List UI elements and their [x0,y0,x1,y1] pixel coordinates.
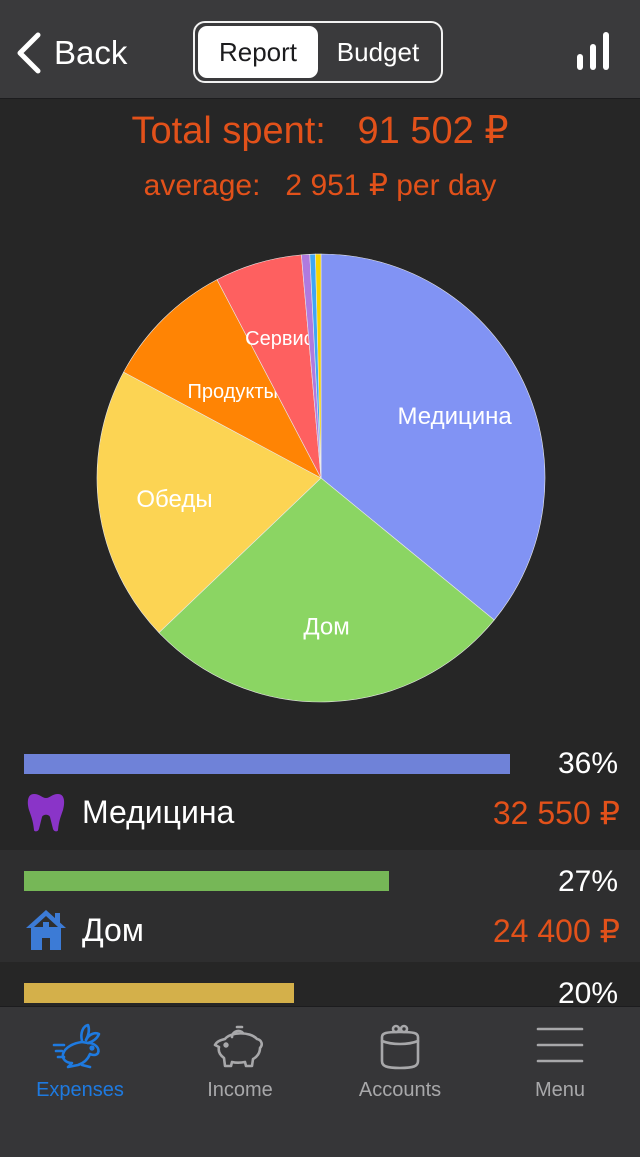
pie-slice-label: Дом [303,614,349,641]
average-value: 2 951 ₽ per day [285,169,497,202]
navigation-bar: Back Report Budget [0,0,640,99]
wallet-icon [380,1024,420,1070]
tab-bar: Expenses Income Accounts Menu [0,1006,640,1157]
menu-icon [536,1027,584,1063]
tab-label: Income [207,1079,273,1101]
category-row-home[interactable]: 27% Дом 24 400 ₽ [0,850,640,962]
bar-chart-icon[interactable] [574,30,612,74]
report-budget-segmented-control: Report Budget [193,21,443,83]
category-percent-bar [24,754,510,774]
pie-slice-label: Продукты [188,381,278,403]
tab-accounts[interactable]: Accounts [320,1007,480,1127]
tab-menu[interactable]: Menu [480,1007,640,1127]
segment-budget[interactable]: Budget [318,26,438,78]
category-row-lunches[interactable]: 20% [0,962,640,1006]
category-amount: 24 400 ₽ [492,913,620,949]
category-name: Дом [82,912,144,948]
tooth-icon [27,794,65,832]
tab-label: Expenses [36,1079,124,1101]
expenses-pie-chart[interactable]: Медицина Дом Обеды Продукты Сервис [96,253,546,703]
pie-slice-label: Медицина [398,403,513,430]
category-row-medicine[interactable]: 36% Медицина 32 550 ₽ [0,746,640,858]
back-label: Back [54,34,128,71]
back-button[interactable]: Back [14,30,127,76]
rabbit-icon [52,1023,101,1069]
category-percent-bar [24,871,389,891]
pie-slice-label: Обеды [136,486,212,513]
chevron-left-icon [17,32,41,74]
segment-report[interactable]: Report [198,26,318,78]
tab-label: Menu [534,1079,586,1101]
average-label: average: [143,169,261,202]
piggy-bank-icon [213,1025,263,1068]
total-spent-label: Total spent: [131,110,326,152]
category-amount: 32 550 ₽ [492,795,620,831]
category-percent-bar [24,983,294,1003]
category-percent: 36% [557,747,618,780]
tab-expenses[interactable]: Expenses [0,1007,160,1127]
house-icon [26,910,66,950]
tab-income[interactable]: Income [160,1007,320,1127]
average-per-day: average: 2 951 ₽ per day [0,168,640,203]
tab-label: Accounts [358,1079,442,1101]
category-percent: 27% [557,865,618,898]
total-spent: Total spent: 91 502 ₽ [0,108,640,153]
category-name: Медицина [82,794,235,830]
pie-slice-label: Сервис [245,328,314,350]
category-percent: 20% [557,977,618,1006]
total-spent-value: 91 502 ₽ [357,110,509,152]
